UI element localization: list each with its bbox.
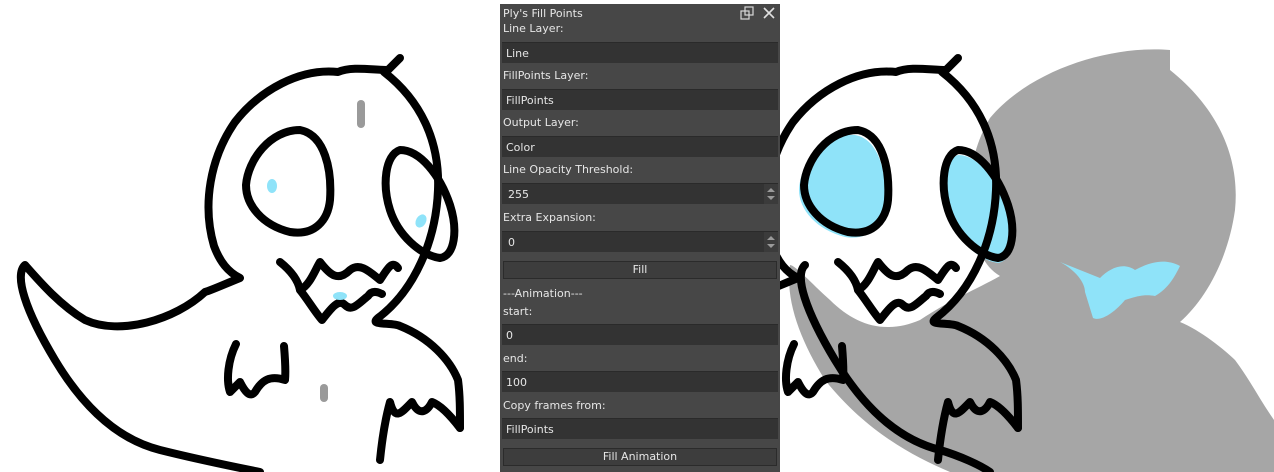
ghost-arm [224,340,290,399]
filled-result-canvas-right [780,49,1274,472]
output-layer-value: Color [506,141,535,154]
start-label: start: [503,305,533,318]
panel-titlebar[interactable]: Ply's Fill Points [500,4,780,22]
line-layer-value: Line [506,47,529,60]
end-label: end: [503,352,528,365]
threshold-spinbox[interactable]: 255 [502,183,778,204]
expansion-spinbox[interactable]: 0 [502,231,778,252]
end-field[interactable]: 100 [502,371,778,392]
fillpoints-layer-label: FillPoints Layer: [503,69,589,82]
threshold-stepper[interactable] [764,184,778,204]
copy-frames-value: FillPoints [506,423,554,436]
right-eye [381,146,459,262]
spin-down-icon[interactable] [767,244,775,248]
close-icon[interactable] [762,6,776,20]
left-eye-fill [799,134,886,238]
output-layer-field[interactable]: Color [502,136,778,157]
ghost-body-fill [789,49,1274,472]
fillpoints-layer-value: FillPoints [506,94,554,107]
fill-point-blue-right-eye [415,214,427,228]
expansion-stepper[interactable] [764,232,778,252]
threshold-value: 255 [508,188,529,201]
line-art-canvas-left [16,54,464,472]
ghost-head-right [371,54,464,432]
fill-button[interactable]: Fill [503,261,777,279]
fill-point-grey-bottom [320,384,328,402]
animation-header: ---Animation--- [503,287,583,300]
fill-point-grey-top [357,100,365,128]
float-window-icon[interactable] [740,6,754,20]
end-value: 100 [506,376,527,389]
copy-frames-label: Copy frames from: [503,399,606,412]
output-layer-label: Output Layer: [503,116,579,129]
line-layer-field[interactable]: Line [502,42,778,63]
fill-point-blue-mouth [333,292,347,300]
fill-animation-button[interactable]: Fill Animation [503,448,777,466]
ghost-tail [376,398,464,464]
spin-down-icon[interactable] [767,196,775,200]
spin-up-icon[interactable] [767,188,775,192]
left-eye [242,126,335,237]
expansion-label: Extra Expansion: [503,211,596,224]
mouth [276,258,402,294]
expansion-value: 0 [508,236,515,249]
start-field[interactable]: 0 [502,324,778,345]
panel-title: Ply's Fill Points [503,7,583,20]
threshold-label: Line Opacity Threshold: [503,163,634,176]
spin-up-icon[interactable] [767,236,775,240]
fill-point-blue-left-eye [267,179,277,193]
copy-frames-field[interactable]: FillPoints [502,418,778,439]
fill-points-panel: Ply's Fill Points Line Layer: Line FillP… [500,4,780,472]
start-value: 0 [506,329,513,342]
fillpoints-layer-field[interactable]: FillPoints [502,89,778,110]
line-layer-label: Line Layer: [503,22,564,35]
